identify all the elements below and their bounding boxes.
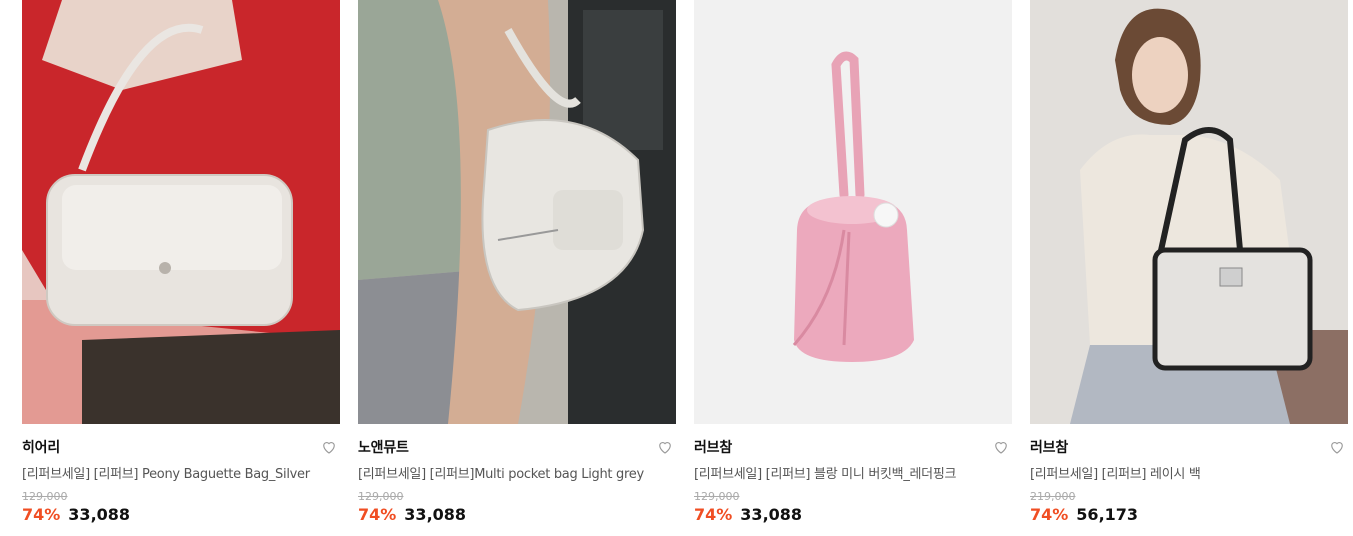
sale-price: 33,088: [404, 505, 467, 524]
heart-outline-icon[interactable]: [656, 438, 674, 456]
product-card[interactable]: 러브참 [리퍼브세일] [리퍼브] 레이시 백 219,000 74% 56,1…: [1030, 0, 1348, 524]
product-title[interactable]: [리퍼브세일] [리퍼브]Multi pocket bag Light grey: [358, 463, 676, 482]
heart-outline-icon[interactable]: [1328, 438, 1346, 456]
original-price: 129,000: [22, 490, 68, 503]
product-image[interactable]: [1030, 0, 1348, 424]
original-price: 129,000: [358, 490, 404, 503]
product-image[interactable]: [358, 0, 676, 424]
discount-rate: 74%: [694, 505, 733, 524]
product-title[interactable]: [리퍼브세일] [리퍼브] Peony Baguette Bag_Silver: [22, 463, 340, 482]
discount-rate: 74%: [22, 505, 61, 524]
sale-price: 33,088: [68, 505, 131, 524]
product-card[interactable]: 러브참 [리퍼브세일] [리퍼브] 블랑 미니 버킷백_레더핑크 129,000…: [694, 0, 1012, 524]
product-grid: 히어리 [리퍼브세일] [리퍼브] Peony Baguette Bag_Sil…: [0, 0, 1353, 536]
original-price: 129,000: [694, 490, 740, 503]
product-card[interactable]: 히어리 [리퍼브세일] [리퍼브] Peony Baguette Bag_Sil…: [22, 0, 340, 524]
sale-price: 33,088: [740, 505, 803, 524]
brand-name[interactable]: 노앤뮤트: [358, 437, 409, 457]
sale-price: 56,173: [1076, 505, 1139, 524]
brand-name[interactable]: 러브참: [694, 437, 732, 457]
discount-rate: 74%: [1030, 505, 1069, 524]
discount-rate: 74%: [358, 505, 397, 524]
heart-outline-icon[interactable]: [320, 438, 338, 456]
heart-outline-icon[interactable]: [992, 438, 1010, 456]
product-title[interactable]: [리퍼브세일] [리퍼브] 레이시 백: [1030, 463, 1348, 482]
product-title[interactable]: [리퍼브세일] [리퍼브] 블랑 미니 버킷백_레더핑크: [694, 463, 1012, 482]
brand-name[interactable]: 러브참: [1030, 437, 1068, 457]
product-image[interactable]: [22, 0, 340, 424]
product-card[interactable]: 노앤뮤트 [리퍼브세일] [리퍼브]Multi pocket bag Light…: [358, 0, 676, 524]
brand-name[interactable]: 히어리: [22, 437, 60, 457]
original-price: 219,000: [1030, 490, 1076, 503]
product-image[interactable]: [694, 0, 1012, 424]
